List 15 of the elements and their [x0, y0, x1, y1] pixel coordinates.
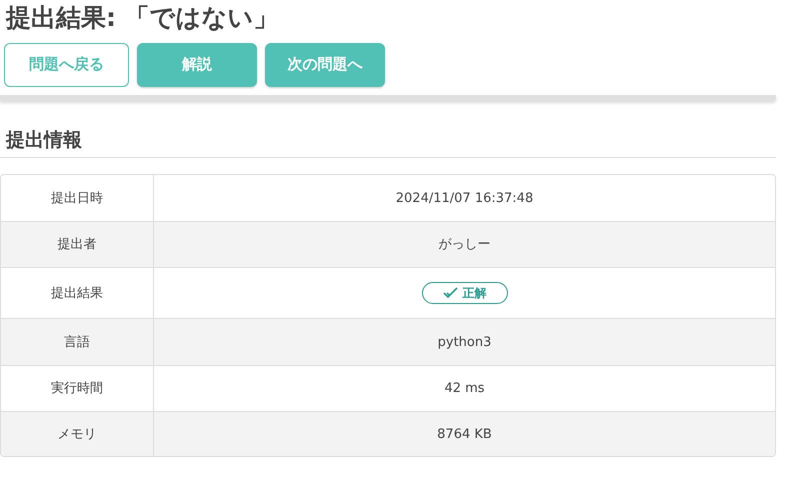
row-value: 2024/11/07 16:37:48 — [394, 190, 534, 208]
nav-button[interactable]: 次の問題へ — [265, 42, 385, 86]
result-badge: 正解 — [422, 282, 508, 304]
row-label: メモリ — [1, 412, 154, 456]
section-heading: 提出情報 — [0, 128, 776, 158]
row-label: 言語 — [1, 319, 154, 366]
row-value: がっしー — [438, 236, 492, 254]
row-value: 42 ms — [443, 380, 486, 398]
page-title: 提出結果: 「ではない」 — [4, 2, 280, 34]
nav-button[interactable]: 問題へ戻る — [4, 42, 129, 86]
row-label: 提出者 — [1, 222, 154, 268]
nav-button[interactable]: 解説 — [137, 42, 257, 86]
check-icon — [442, 287, 458, 300]
row-value: python3 — [436, 334, 492, 352]
row-value: 8764 KB — [436, 426, 493, 444]
